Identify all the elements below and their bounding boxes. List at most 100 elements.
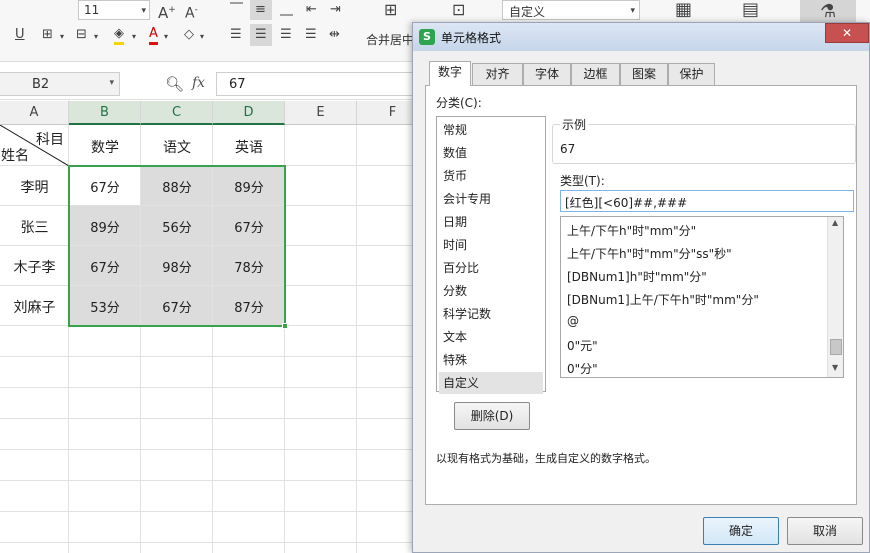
- grid-line: [0, 542, 420, 543]
- align-right-icon[interactable]: ☰: [280, 27, 292, 43]
- type-list-item[interactable]: 0"元": [567, 337, 598, 354]
- chevron-down-icon[interactable]: ▾: [164, 29, 168, 45]
- increase-font-icon[interactable]: A+: [158, 2, 176, 21]
- formula-input[interactable]: 67: [216, 72, 420, 96]
- tab-font[interactable]: 字体: [523, 63, 571, 85]
- fill-handle[interactable]: [282, 323, 288, 329]
- type-input[interactable]: [红色][<60]##,###: [560, 190, 854, 212]
- wrap-icon[interactable]: ⊡: [452, 2, 465, 18]
- category-item-number[interactable]: 数值: [439, 142, 543, 164]
- column-header-e[interactable]: E: [285, 101, 357, 125]
- column-header-b[interactable]: B: [69, 101, 141, 125]
- chevron-down-icon[interactable]: ▾: [94, 29, 98, 45]
- scroll-down-icon[interactable]: ▼: [832, 363, 838, 372]
- formula-bar: B2 ▾ 🔍︎ fx 67: [0, 70, 420, 100]
- align-bottom-icon[interactable]: ⎽: [280, 2, 293, 18]
- column-header-a[interactable]: A: [0, 101, 69, 125]
- delete-button[interactable]: 删除(D): [454, 402, 530, 430]
- tab-pattern[interactable]: 图案: [620, 63, 668, 85]
- sample-label: 示例: [560, 116, 589, 133]
- type-list-scrollbar[interactable]: ▲ ▼: [827, 217, 843, 377]
- tab-number[interactable]: 数字: [429, 61, 471, 86]
- header-cell-chinese[interactable]: 语文: [141, 137, 213, 157]
- type-list-item[interactable]: 0"分": [567, 360, 598, 377]
- fill-color-icon[interactable]: ◈: [114, 26, 124, 45]
- chevron-down-icon[interactable]: ▾: [132, 29, 136, 45]
- format-cells-dialog: S 单元格格式 ✕ 数字 对齐 字体 边框 图案 保护 分类(C): 常规 数值…: [412, 22, 870, 553]
- header-cell-math[interactable]: 数学: [69, 137, 141, 157]
- category-list[interactable]: 常规 数值 货币 会计专用 日期 时间 百分比 分数 科学记数 文本 特殊 自定…: [436, 116, 546, 394]
- type-list-item[interactable]: [DBNum1]上午/下午h"时"mm"分": [567, 291, 759, 308]
- ok-button[interactable]: 确定: [703, 517, 779, 545]
- cell-style-icon[interactable]: ▤: [742, 1, 759, 19]
- category-item-percentage[interactable]: 百分比: [439, 257, 543, 279]
- chevron-down-icon: ▾: [141, 6, 146, 16]
- close-button[interactable]: ✕: [825, 23, 869, 43]
- category-item-fraction[interactable]: 分数: [439, 280, 543, 302]
- grid-line: [0, 480, 420, 481]
- align-middle-icon[interactable]: ≡: [255, 2, 266, 18]
- column-header-c[interactable]: C: [141, 101, 213, 125]
- name-cell[interactable]: 刘麻子: [0, 297, 69, 317]
- fx-icon[interactable]: fx: [192, 75, 205, 91]
- justify-icon[interactable]: ☰: [305, 27, 317, 43]
- tab-border[interactable]: 边框: [571, 63, 620, 85]
- name-cell[interactable]: 张三: [0, 217, 69, 237]
- selection-border: [68, 165, 286, 327]
- name-box[interactable]: B2 ▾: [0, 72, 120, 96]
- scroll-up-icon[interactable]: ▲: [832, 218, 838, 227]
- cell-format-icon[interactable]: ⊟: [76, 27, 87, 43]
- category-item-special[interactable]: 特殊: [439, 349, 543, 371]
- number-format-value: 自定义: [509, 5, 546, 19]
- border-icon[interactable]: ⊞: [42, 27, 53, 43]
- column-header-d[interactable]: D: [213, 101, 285, 125]
- decrease-font-icon[interactable]: A-: [185, 2, 198, 22]
- distribute-icon[interactable]: ⇹: [329, 27, 340, 43]
- chevron-down-icon: ▾: [630, 6, 635, 16]
- grid-line: [356, 125, 357, 553]
- font-color-icon[interactable]: A: [149, 26, 158, 45]
- category-item-accounting[interactable]: 会计专用: [439, 188, 543, 210]
- zoom-search-icon[interactable]: 🔍︎: [165, 75, 184, 93]
- underline-icon[interactable]: U: [15, 27, 25, 43]
- type-list-item[interactable]: [DBNum1]h"时"mm"分": [567, 268, 707, 285]
- outdent-icon[interactable]: ⇥: [330, 2, 341, 18]
- clear-icon[interactable]: ◇: [184, 27, 194, 43]
- grid-line: [0, 511, 420, 512]
- type-list-item[interactable]: 上午/下午h"时"mm"分": [567, 222, 696, 239]
- header-subject-label: 科目: [36, 132, 64, 148]
- indent-icon[interactable]: ⇤: [306, 2, 317, 18]
- scrollbar-thumb[interactable]: [830, 339, 842, 355]
- merge-icon[interactable]: ⊞: [384, 2, 397, 18]
- tab-alignment[interactable]: 对齐: [472, 63, 523, 85]
- name-cell[interactable]: 木子李: [0, 257, 69, 277]
- category-item-time[interactable]: 时间: [439, 234, 543, 256]
- type-list-item[interactable]: 上午/下午h"时"mm"分"ss"秒": [567, 245, 732, 262]
- name-cell[interactable]: 李明: [0, 177, 69, 197]
- number-tab-panel: 分类(C): 常规 数值 货币 会计专用 日期 时间 百分比 分数 科学记数 文…: [425, 85, 857, 505]
- category-item-text[interactable]: 文本: [439, 326, 543, 348]
- category-item-general[interactable]: 常规: [439, 119, 543, 141]
- align-center-icon[interactable]: ☰: [255, 27, 267, 43]
- cancel-button[interactable]: 取消: [787, 517, 863, 545]
- type-list-item[interactable]: @: [567, 314, 579, 328]
- tab-protection[interactable]: 保护: [668, 63, 715, 85]
- category-item-scientific[interactable]: 科学记数: [439, 303, 543, 325]
- chevron-down-icon[interactable]: ▾: [200, 29, 204, 45]
- spreadsheet-grid[interactable]: A B C D E F 科目 姓名 数学 语文 英语 李明 67分 88分 89…: [0, 101, 420, 553]
- column-header-f[interactable]: F: [357, 101, 420, 125]
- table-style-icon[interactable]: ▦: [675, 1, 692, 19]
- align-top-icon[interactable]: ⎺: [230, 2, 243, 18]
- align-left-icon[interactable]: ☰: [230, 27, 242, 43]
- chevron-down-icon[interactable]: ▾: [60, 29, 64, 45]
- number-format-select[interactable]: 自定义 ▾: [502, 0, 640, 20]
- dialog-title-bar[interactable]: S 单元格格式 ✕: [413, 23, 869, 51]
- header-cell-english[interactable]: 英语: [213, 137, 285, 157]
- type-list[interactable]: 上午/下午h"时"mm"分" 上午/下午h"时"mm"分"ss"秒" [DBNu…: [560, 216, 844, 378]
- category-item-currency[interactable]: 货币: [439, 165, 543, 187]
- formula-value: 67: [229, 77, 246, 92]
- category-item-custom[interactable]: 自定义: [439, 372, 543, 394]
- font-size-select[interactable]: 11 ▾: [78, 0, 150, 20]
- merge-center-button[interactable]: 合并居中: [366, 31, 414, 48]
- category-item-date[interactable]: 日期: [439, 211, 543, 233]
